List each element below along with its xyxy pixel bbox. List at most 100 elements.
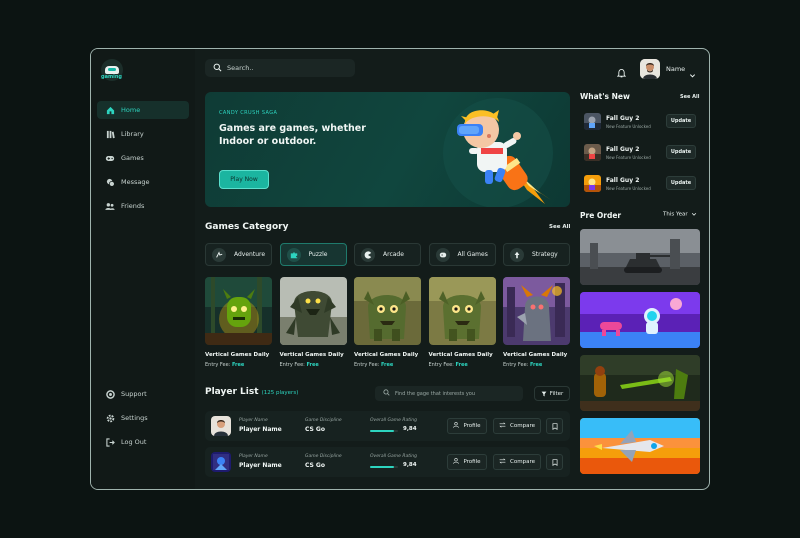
game-card[interactable]: Vertical Games Daily Entry Fee: Free — [503, 277, 570, 368]
find-game-input[interactable]: Find the gage that interests you — [375, 386, 523, 401]
news-title: Fall Guy 2 — [606, 115, 640, 122]
category-strategy[interactable]: Strategy — [503, 243, 570, 266]
game-name: Vertical Games Daily — [503, 352, 568, 358]
pre-order-thumbnail[interactable] — [580, 418, 700, 474]
pre-order-thumbnail[interactable] — [580, 355, 700, 411]
category-adventure[interactable]: Adventure — [205, 243, 272, 266]
game-card[interactable]: Vertical Games Daily Entry Fee: Free — [279, 277, 347, 368]
player-name-label: Player Name — [239, 454, 268, 459]
game-thumbnail[interactable] — [279, 277, 347, 345]
filter-icon — [541, 391, 547, 397]
news-subtitle: New Feature Unlocked — [606, 186, 651, 191]
update-button[interactable]: Update — [666, 145, 696, 159]
sidebar-nav: Home Library Games Message Friends — [97, 101, 189, 221]
categories-see-all-link[interactable]: See All — [549, 224, 570, 230]
game-fee: Entry Fee: Free — [205, 362, 245, 368]
game-card[interactable]: Vertical Games Daily Entry Fee: Free — [428, 277, 496, 368]
sidebar-item-friends[interactable]: Friends — [97, 197, 189, 215]
discipline-value: CS Go — [305, 462, 325, 469]
category-all-games[interactable]: All Games — [428, 243, 496, 266]
logout-icon — [105, 437, 115, 447]
profile-button[interactable]: Profile — [447, 418, 487, 434]
sidebar-item-library[interactable]: Library — [97, 125, 189, 143]
sidebar-item-support[interactable]: Support — [97, 385, 189, 403]
news-subtitle: New Feature Unlocked — [606, 155, 651, 160]
search-icon — [213, 63, 222, 74]
game-name: Vertical Games Daily — [354, 352, 419, 358]
pre-order-title: Pre Order — [580, 211, 622, 220]
compare-icon — [499, 458, 506, 466]
news-thumbnail — [584, 113, 601, 130]
game-name: Vertical Games Daily — [428, 352, 493, 358]
search-input[interactable]: Search.. — [205, 59, 355, 77]
sidebar-item-message[interactable]: Message — [97, 173, 189, 191]
player-table: Player Name Player Name Game Discipline … — [205, 411, 570, 483]
filter-button[interactable]: Filter — [534, 386, 570, 401]
avatar[interactable] — [640, 59, 660, 79]
puzzle-icon — [286, 247, 301, 262]
pre-order-list — [580, 229, 700, 481]
sidebar-item-logout[interactable]: Log Out — [97, 433, 189, 451]
sidebar-item-label: Log Out — [121, 438, 147, 446]
game-thumbnail[interactable] — [354, 277, 421, 345]
logo-text: gaming — [101, 74, 123, 80]
compare-button[interactable]: Compare — [493, 454, 541, 470]
search-icon — [383, 389, 390, 398]
game-card[interactable]: Vertical Games Daily Entry Fee: Free — [205, 277, 272, 368]
pre-order-thumbnail[interactable] — [580, 292, 700, 348]
discipline-value: CS Go — [305, 426, 325, 433]
whats-new-title: What's New — [580, 92, 630, 101]
game-fee: Entry Fee: Free — [428, 362, 468, 368]
update-button[interactable]: Update — [666, 114, 696, 128]
sidebar-bottom: Support Settings Log Out — [97, 385, 189, 457]
news-thumbnail — [584, 144, 601, 161]
hero-banner: CANDY CRUSH SAGA Games are games, whethe… — [205, 92, 570, 207]
whats-new-see-all-link[interactable]: See All — [680, 94, 699, 100]
player-avatar — [211, 452, 231, 472]
category-puzzle[interactable]: Puzzle — [279, 243, 347, 266]
bookmark-button[interactable] — [546, 418, 563, 434]
game-card-list: Vertical Games Daily Entry Fee: Free Ver… — [205, 277, 570, 368]
rating-value: 9,84 — [403, 462, 417, 468]
pre-order-filter-dropdown[interactable]: This Year — [663, 211, 697, 218]
rating-value: 9,84 — [403, 426, 417, 432]
update-button[interactable]: Update — [666, 176, 696, 190]
compare-button[interactable]: Compare — [493, 418, 541, 434]
player-list-title: Player List (125 players) — [205, 387, 299, 397]
play-now-button[interactable]: Play Now — [219, 170, 269, 189]
sidebar-item-home[interactable]: Home — [97, 101, 189, 119]
sidebar-item-label: Home — [121, 106, 141, 114]
strategy-icon — [510, 247, 524, 262]
sidebar-item-games[interactable]: Games — [97, 149, 189, 167]
bookmark-button[interactable] — [546, 454, 563, 470]
chevron-down-icon[interactable] — [689, 64, 696, 83]
sidebar-item-settings[interactable]: Settings — [97, 409, 189, 427]
game-card[interactable]: Vertical Games Daily Entry Fee: Free — [354, 277, 421, 368]
news-title: Fall Guy 2 — [606, 146, 640, 153]
support-icon — [105, 389, 115, 399]
table-row: Player Name Player Name Game Discipline … — [205, 411, 570, 441]
sidebar-item-label: Library — [121, 130, 144, 138]
rating-label: Overall Game Rating — [370, 454, 417, 459]
category-label: All Games — [457, 251, 488, 258]
rating-bar — [370, 430, 398, 432]
table-row: Player Name Player Name Game Discipline … — [205, 447, 570, 477]
pre-order-thumbnail[interactable] — [580, 229, 700, 285]
list-item: Fall Guy 2 New Feature Unlocked Update — [580, 171, 700, 197]
player-avatar — [211, 416, 231, 436]
friends-icon — [105, 201, 115, 211]
category-arcade[interactable]: Arcade — [354, 243, 421, 266]
hero-title: Games are games, whether Indoor or outdo… — [219, 123, 366, 147]
game-thumbnail[interactable] — [428, 277, 496, 345]
search-placeholder: Search.. — [227, 64, 254, 72]
chevron-down-icon — [691, 211, 697, 217]
bell-icon[interactable] — [616, 63, 627, 82]
list-item: Fall Guy 2 New Feature Unlocked Update — [580, 109, 700, 135]
rating-bar-fill — [370, 430, 394, 432]
game-thumbnail[interactable] — [503, 277, 570, 345]
player-name: Player Name — [239, 426, 282, 433]
home-icon — [105, 105, 115, 115]
user-name[interactable]: Name — [666, 65, 685, 73]
game-thumbnail[interactable] — [205, 277, 272, 345]
profile-button[interactable]: Profile — [447, 454, 487, 470]
